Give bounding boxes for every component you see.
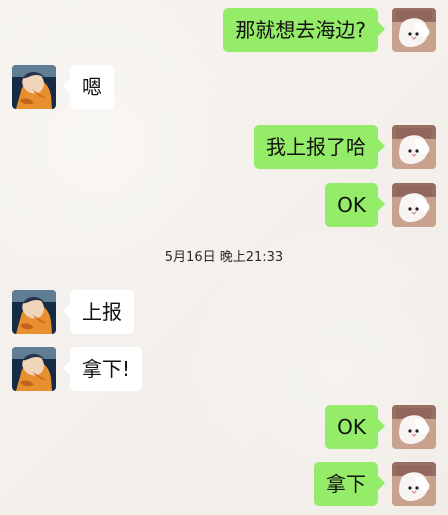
chat-timestamp: 5月16日 晚上21:33 <box>164 250 284 265</box>
cat-avatar-icon[interactable] <box>392 183 436 227</box>
message-bubble[interactable]: 那就想去海边? <box>223 8 378 52</box>
message-bubble[interactable]: 拿下 <box>314 462 378 506</box>
anime-avatar-icon[interactable] <box>12 290 56 334</box>
message-row: OK <box>0 404 448 450</box>
chat-area: 那就想去海边? 嗯 我上报了哈 OK 5月16日 晚上21:33 上报 拿下! … <box>0 0 448 515</box>
cat-avatar-icon[interactable] <box>392 405 436 449</box>
message-bubble[interactable]: 上报 <box>70 290 134 334</box>
message-row: 拿下! <box>0 346 448 392</box>
cat-avatar-icon[interactable] <box>392 8 436 52</box>
message-row: OK <box>0 182 448 228</box>
message-row: 我上报了哈 <box>0 124 448 170</box>
message-bubble[interactable]: OK <box>325 183 378 227</box>
anime-avatar-icon[interactable] <box>12 347 56 391</box>
message-bubble[interactable]: 嗯 <box>70 65 114 109</box>
message-row: 上报 <box>0 289 448 335</box>
message-row: 嗯 <box>0 64 448 110</box>
anime-avatar-icon[interactable] <box>12 65 56 109</box>
message-row: 那就想去海边? <box>0 7 448 53</box>
message-bubble[interactable]: 拿下! <box>70 347 143 391</box>
message-bubble[interactable]: 我上报了哈 <box>254 125 378 169</box>
cat-avatar-icon[interactable] <box>392 125 436 169</box>
cat-avatar-icon[interactable] <box>392 462 436 506</box>
message-row: 拿下 <box>0 461 448 507</box>
message-bubble[interactable]: OK <box>325 405 378 449</box>
